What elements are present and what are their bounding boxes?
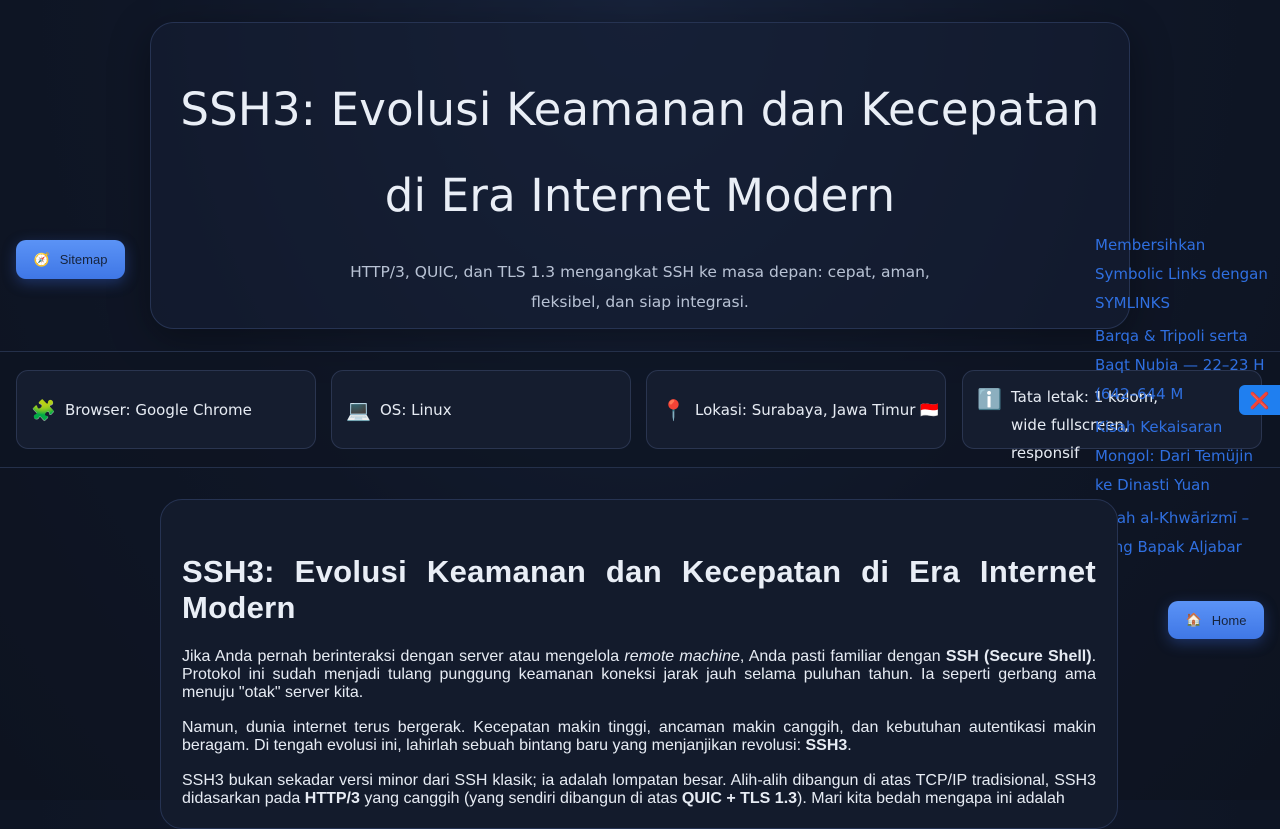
sitemap-button[interactable]: 🧭 Sitemap bbox=[16, 240, 125, 279]
laptop-icon: 💻 bbox=[346, 397, 371, 422]
os-text: OS: Linux bbox=[380, 400, 452, 419]
info-strip: 🧩 Browser: Google Chrome 💻 OS: Linux 📍 L… bbox=[0, 351, 1280, 468]
home-label: Home bbox=[1211, 612, 1247, 628]
home-button[interactable]: 🏠 Home bbox=[1168, 601, 1264, 639]
pin-icon: 📍 bbox=[661, 397, 686, 422]
article-card: SSH3: Evolusi Keamanan dan Kecepatan di … bbox=[160, 499, 1118, 829]
article-heading: SSH3: Evolusi Keamanan dan Kecepatan di … bbox=[182, 554, 1096, 625]
close-button[interactable]: ❌ bbox=[1239, 385, 1280, 415]
location-text: Lokasi: Surabaya, Jawa Timur 🇮🇩 bbox=[695, 400, 939, 419]
info-icon: ℹ️ bbox=[977, 387, 1002, 411]
article-paragraph: SSH3 bukan sekadar versi minor dari SSH … bbox=[182, 772, 1096, 807]
compass-icon: 🧭 bbox=[33, 251, 50, 267]
article-paragraph: Namun, dunia internet terus bergerak. Ke… bbox=[182, 719, 1096, 754]
puzzle-icon: 🧩 bbox=[31, 397, 56, 422]
sitemap-label: Sitemap bbox=[59, 252, 108, 267]
home-icon: 🏠 bbox=[1185, 612, 1202, 627]
hero-section: SSH3: Evolusi Keamanan dan Kecepatan di … bbox=[150, 22, 1130, 329]
related-link[interactable]: Membersihkan Symbolic Links dengan SYMLI… bbox=[1095, 231, 1275, 318]
browser-card: 🧩 Browser: Google Chrome bbox=[16, 370, 316, 449]
article-paragraph: Jika Anda pernah berinteraksi dengan ser… bbox=[182, 648, 1097, 701]
close-icon: ❌ bbox=[1249, 390, 1270, 410]
hero-subtitle: HTTP/3, QUIC, dan TLS 1.3 mengangkat SSH… bbox=[350, 263, 930, 311]
os-card: 💻 OS: Linux bbox=[331, 370, 631, 449]
location-card: 📍 Lokasi: Surabaya, Jawa Timur 🇮🇩 bbox=[646, 370, 946, 449]
related-link[interactable]: Kisah al-Khwārizmī – Sang Bapak Aljabar bbox=[1095, 504, 1275, 562]
related-link[interactable]: Kisah Kekaisaran Mongol: Dari Temüjin ke… bbox=[1095, 413, 1275, 500]
browser-text: Browser: Google Chrome bbox=[65, 400, 252, 419]
page-title: SSH3: Evolusi Keamanan dan Kecepatan di … bbox=[180, 83, 1100, 222]
